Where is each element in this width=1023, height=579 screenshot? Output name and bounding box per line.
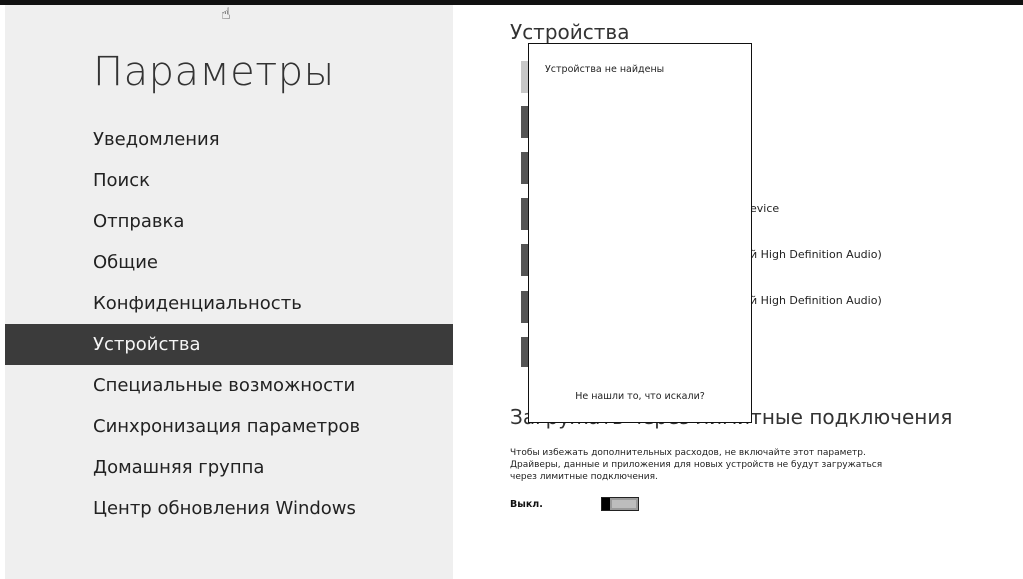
metered-description: Чтобы избежать дополнительных расходов, … xyxy=(510,447,930,483)
nav-item-accessibility[interactable]: Специальные возможности xyxy=(5,365,453,406)
metered-toggle-label: Выкл. xyxy=(510,499,543,510)
nav-item-windows-update[interactable]: Центр обновления Windows xyxy=(5,488,453,529)
device-name: й High Definition Audio) xyxy=(750,294,882,307)
not-found-link[interactable]: Не нашли то, что искали? xyxy=(529,391,751,402)
hand-cursor-icon: ☝ xyxy=(221,4,231,23)
nav-item-devices[interactable]: Устройства xyxy=(5,324,453,365)
nav-item-notifications[interactable]: Уведомления xyxy=(5,119,453,160)
nav-item-homegroup[interactable]: Домашняя группа xyxy=(5,447,453,488)
add-device-flyout: Устройства не найдены Не нашли то, что и… xyxy=(528,43,752,423)
devices-section-title: Устройства xyxy=(510,20,630,44)
metered-description-line: через лимитные подключения. xyxy=(510,472,658,482)
metered-description-line: Чтобы избежать дополнительных расходов, … xyxy=(510,448,866,458)
settings-nav: Уведомления Поиск Отправка Общие Конфиде… xyxy=(5,119,453,529)
settings-title: Параметры xyxy=(93,49,335,95)
nav-item-sync-settings[interactable]: Синхронизация параметров xyxy=(5,406,453,447)
device-name: й High Definition Audio) xyxy=(750,248,882,261)
toggle-track xyxy=(612,500,636,508)
metered-description-line: Драйверы, данные и приложения для новых … xyxy=(510,460,883,470)
toggle-thumb[interactable] xyxy=(602,498,610,510)
nav-item-general[interactable]: Общие xyxy=(5,242,453,283)
device-name: evice xyxy=(750,202,780,215)
no-devices-message: Устройства не найдены xyxy=(545,64,665,75)
nav-item-search[interactable]: Поиск xyxy=(5,160,453,201)
nav-item-share[interactable]: Отправка xyxy=(5,201,453,242)
metered-toggle[interactable] xyxy=(601,497,639,511)
nav-item-privacy[interactable]: Конфиденциальность xyxy=(5,283,453,324)
settings-left-pane: Параметры Уведомления Поиск Отправка Общ… xyxy=(5,5,453,579)
